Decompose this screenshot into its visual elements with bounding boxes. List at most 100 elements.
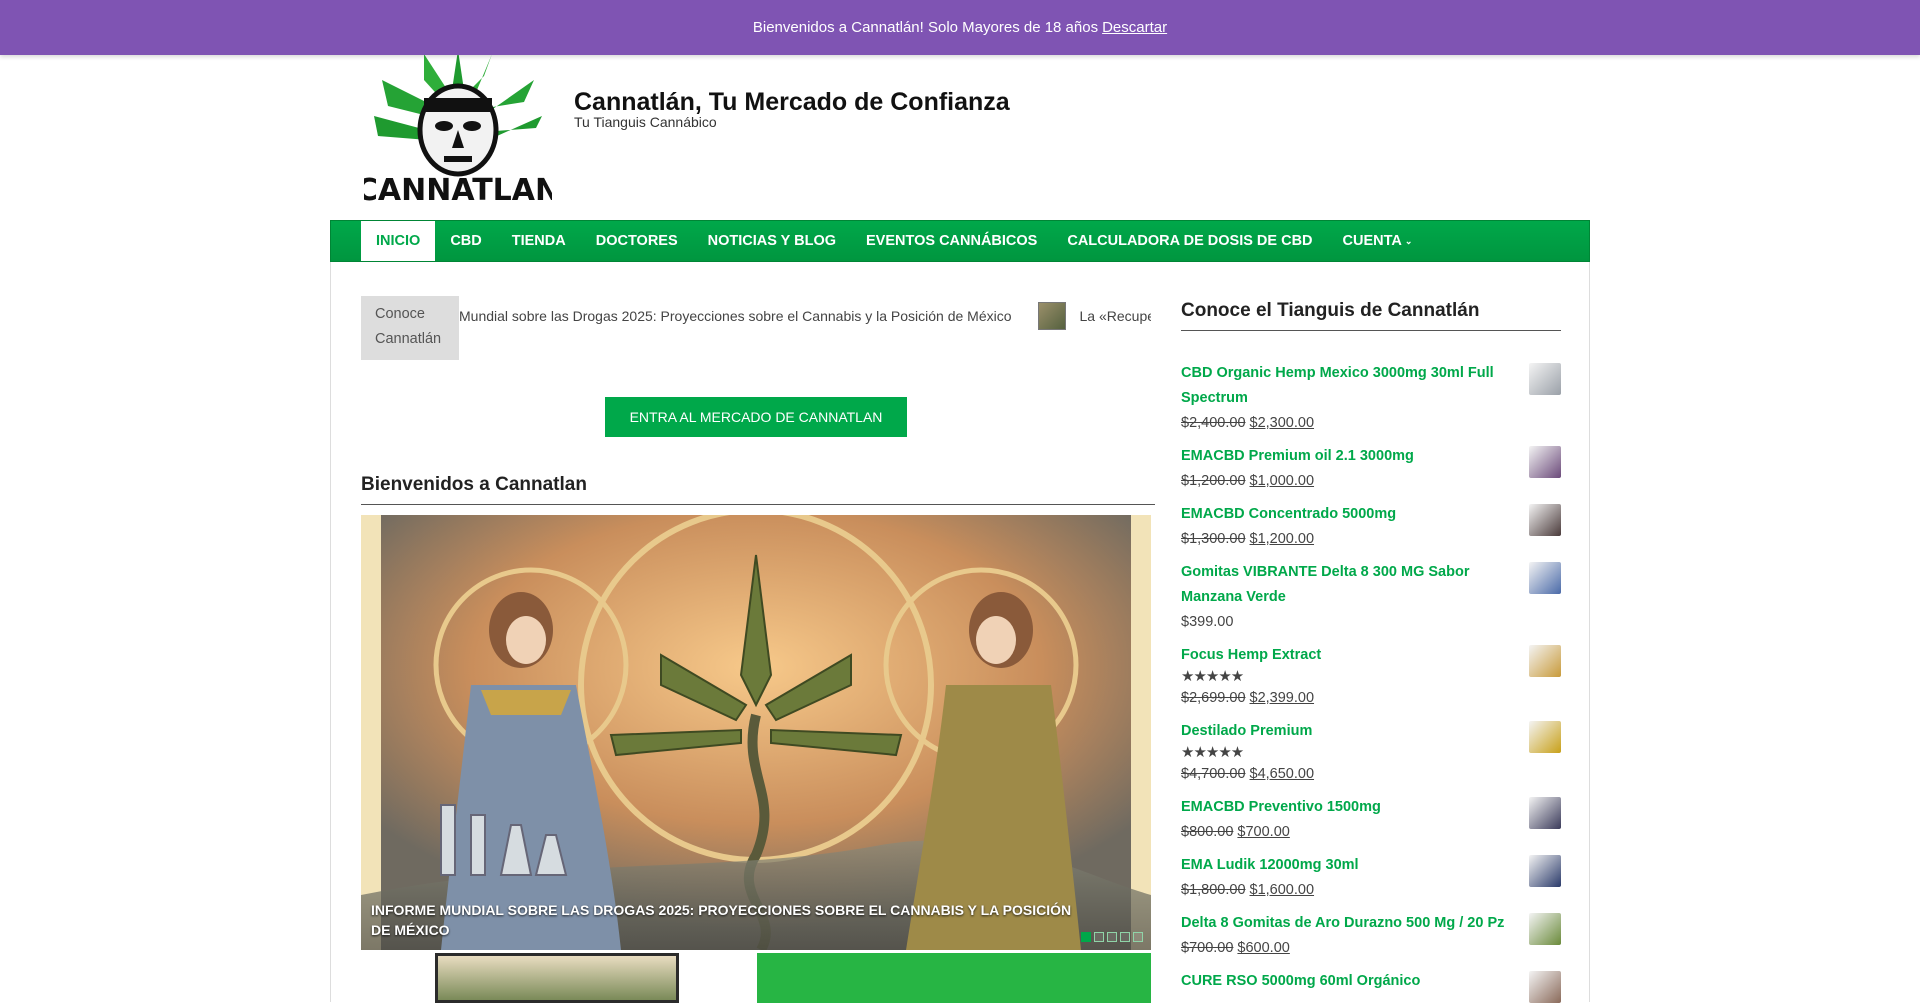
product-item: Delta 8 Gomitas de Aro Durazno 500 Mg / …: [1181, 911, 1561, 961]
product-name-link[interactable]: EMACBD Premium oil 2.1 3000mg: [1181, 444, 1517, 469]
product-old-price: $800.00: [1181, 824, 1234, 840]
news-ticker: Conoce Cannatlán Mundial sobre las Droga…: [361, 296, 1151, 360]
product-thumbnail[interactable]: [1529, 446, 1561, 478]
nav-item-cbd[interactable]: CBD: [435, 221, 496, 261]
ticker-label: Conoce Cannatlán: [361, 296, 459, 360]
slide-caption[interactable]: INFORME MUNDIAL SOBRE LAS DROGAS 2025: P…: [371, 900, 1091, 940]
product-old-price: $2,699.00: [1181, 690, 1246, 706]
ticker-item[interactable]: La «Recupe: [1080, 308, 1151, 324]
product-item: Focus Hemp Extract ★★★★★ $2,699.00 $2,399.0…: [1181, 643, 1561, 711]
featured-slider[interactable]: INFORME MUNDIAL SOBRE LAS DROGAS 2025: P…: [361, 515, 1151, 950]
sidebar-title: Conoce el Tianguis de Cannatlán: [1181, 296, 1561, 331]
nav-item-cuenta[interactable]: Cuenta ⌄: [1328, 221, 1428, 261]
product-old-price: $2,400.00: [1181, 415, 1246, 431]
nav-item-label: Cuenta: [1342, 233, 1402, 249]
mask-face-icon: [417, 83, 499, 177]
slider-pagination: [1081, 932, 1143, 942]
product-thumbnail[interactable]: [1529, 504, 1561, 536]
product-list: CBD Organic Hemp Mexico 3000mg 30ml Full…: [1181, 361, 1561, 1003]
dismiss-notice-link[interactable]: Descartar: [1102, 19, 1167, 36]
ticker-track: Mundial sobre las Drogas 2025: Proyeccio…: [459, 296, 1151, 336]
product-old-price: $1,300.00: [1181, 531, 1246, 547]
product-thumbnail[interactable]: [1529, 971, 1561, 1003]
slider-dot[interactable]: [1120, 932, 1130, 942]
product-price: $399.00: [1181, 610, 1517, 635]
post-thumbnail[interactable]: [435, 953, 679, 1003]
nav-item-doctores[interactable]: Doctores: [581, 221, 693, 261]
product-price: $1,800.00 $1,600.00: [1181, 878, 1517, 903]
nav-item-label: Eventos Cannábicos: [866, 233, 1038, 249]
nav-item-calculadora-de-dosis-de-cbd[interactable]: Calculadora de Dosis de CBD: [1052, 221, 1327, 261]
product-old-price: $1,200.00: [1181, 473, 1246, 489]
product-price: $800.00 $700.00: [1181, 820, 1517, 845]
product-name-link[interactable]: Focus Hemp Extract: [1181, 643, 1517, 668]
post-thumbnail[interactable]: [757, 953, 1151, 1003]
page-wrapper: CANNATLAN Cannatlán, Tu Mercado de Confi…: [330, 0, 1590, 1003]
product-item: Gomitas VIBRANTE Delta 8 300 MG Sabor Ma…: [1181, 560, 1561, 635]
product-current-price: $1,600.00: [1249, 882, 1315, 898]
store-notice-text: Bienvenidos a Cannatlán! Solo Mayores de…: [752, 19, 1099, 36]
nav-item-tienda[interactable]: Tienda: [497, 221, 581, 261]
section-title: Bienvenidos a Cannatlan: [361, 474, 1155, 505]
nav-item-label: Doctores: [595, 233, 678, 249]
nav-item-noticias-y-blog[interactable]: Noticias y Blog: [693, 221, 851, 261]
product-thumbnail[interactable]: [1529, 721, 1561, 753]
product-name-link[interactable]: Gomitas VIBRANTE Delta 8 300 MG Sabor Ma…: [1181, 560, 1517, 610]
site-logo[interactable]: CANNATLAN: [364, 50, 552, 206]
product-thumbnail[interactable]: [1529, 562, 1561, 594]
product-old-price: $1,800.00: [1181, 882, 1246, 898]
star-rating-icon: ★★★★★: [1181, 744, 1244, 761]
product-price: $2,699.00 $2,399.00: [1181, 686, 1517, 711]
product-name-link[interactable]: Delta 8 Gomitas de Aro Durazno 500 Mg / …: [1181, 911, 1517, 936]
product-old-price: $700.00: [1181, 940, 1234, 956]
site-title[interactable]: Cannatlán, Tu Mercado de Confianza: [574, 88, 1010, 117]
site-tagline: Tu Tianguis Cannábico: [574, 114, 717, 130]
product-current-price: $700.00: [1237, 824, 1290, 840]
slider-dot[interactable]: [1094, 932, 1104, 942]
product-item: EMA Ludik 12000mg 30ml $1,800.00 $1,600.00: [1181, 853, 1561, 903]
product-price: $700.00 $600.00: [1181, 936, 1517, 961]
product-current-price: $399.00: [1181, 614, 1234, 630]
store-notice-bar: Bienvenidos a Cannatlán! Solo Mayores de…: [0, 0, 1920, 55]
product-item: EMACBD Premium oil 2.1 3000mg $1,200.00 $1…: [1181, 444, 1561, 494]
product-name-link[interactable]: EMACBD Concentrado 5000mg: [1181, 502, 1517, 527]
product-name-link[interactable]: CBD Organic Hemp Mexico 3000mg 30ml Full…: [1181, 361, 1517, 411]
product-thumbnail[interactable]: [1529, 913, 1561, 945]
featured-thumbnails: [361, 953, 1151, 1003]
ticker-thumbnail[interactable]: [1037, 302, 1066, 330]
product-price: $2,400.00 $2,300.00: [1181, 411, 1517, 436]
product-current-price: $1,000.00: [1249, 473, 1315, 489]
sidebar-products-widget: Conoce el Tianguis de Cannatlán CBD Orga…: [1181, 296, 1561, 1003]
product-item: CBD Organic Hemp Mexico 3000mg 30ml Full…: [1181, 361, 1561, 436]
nav-item-inicio[interactable]: Inicio: [361, 221, 436, 261]
product-item: Destilado Premium ★★★★★ $4,700.00 $4,650.00: [1181, 719, 1561, 787]
product-thumbnail[interactable]: [1529, 363, 1561, 395]
slide-image[interactable]: [361, 515, 1151, 950]
product-thumbnail[interactable]: [1529, 855, 1561, 887]
nav-item-label: CBD: [450, 233, 482, 249]
enter-market-button[interactable]: ENTRA AL MERCADO DE CANNATLAN: [605, 397, 907, 437]
product-current-price: $1,200.00: [1249, 531, 1315, 547]
product-current-price: $2,399.00: [1249, 690, 1315, 706]
product-price: $1,200.00 $1,000.00: [1181, 469, 1517, 494]
main-navigation: Inicio CBD Tienda Doctores Noticias y Blog Ev…: [330, 220, 1590, 262]
product-item: EMACBD Preventivo 1500mg $800.00 $700.00: [1181, 795, 1561, 845]
slider-dot[interactable]: [1107, 932, 1117, 942]
product-name-link[interactable]: CURE RSO 5000mg 60ml Orgánico: [1181, 969, 1517, 994]
nav-item-label: Calculadora de Dosis de CBD: [1067, 233, 1313, 249]
ticker-item[interactable]: Mundial sobre las Drogas 2025: Proyeccio…: [459, 308, 1012, 324]
slider-dot[interactable]: [1133, 932, 1143, 942]
chevron-down-icon: ⌄: [1404, 235, 1413, 246]
product-thumbnail[interactable]: [1529, 645, 1561, 677]
nav-item-label: Tienda: [511, 233, 566, 249]
product-current-price: $600.00: [1237, 940, 1290, 956]
slider-dot[interactable]: [1081, 932, 1091, 942]
product-thumbnail[interactable]: [1529, 797, 1561, 829]
nav-item-eventos-cannábicos[interactable]: Eventos Cannábicos: [851, 221, 1052, 261]
product-name-link[interactable]: EMA Ludik 12000mg 30ml: [1181, 853, 1517, 878]
product-item: EMACBD Concentrado 5000mg $1,300.00 $1,200…: [1181, 502, 1561, 552]
product-name-link[interactable]: EMACBD Preventivo 1500mg: [1181, 795, 1517, 820]
star-rating-icon: ★★★★★: [1181, 668, 1244, 685]
logo-wordmark: CANNATLAN: [364, 173, 552, 206]
product-name-link[interactable]: Destilado Premium: [1181, 719, 1517, 744]
